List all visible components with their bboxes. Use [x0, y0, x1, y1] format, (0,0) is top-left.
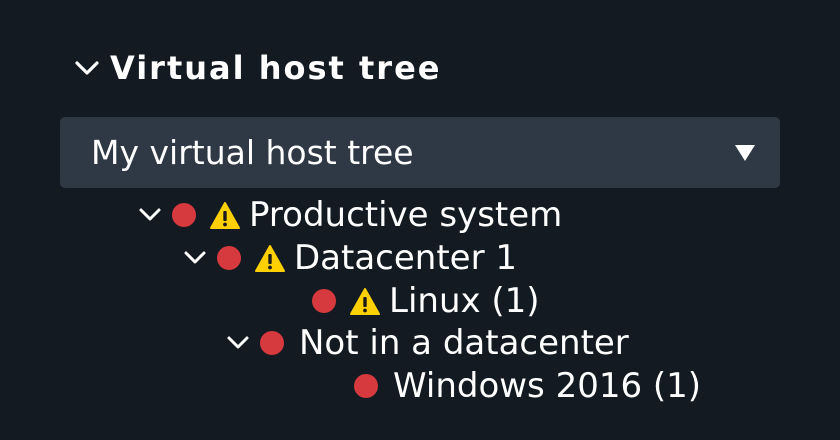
- status-dot-critical: [260, 331, 284, 355]
- warning-triangle-icon: [254, 243, 286, 273]
- snapin-title: Virtual host tree: [110, 49, 442, 87]
- snapin-header[interactable]: Virtual host tree: [72, 46, 441, 90]
- chevron-down-icon[interactable]: [72, 53, 102, 83]
- tree-node-label[interactable]: Linux (1): [389, 281, 540, 321]
- tree-node-label[interactable]: Productive system: [249, 195, 562, 235]
- warning-triangle-icon: [349, 286, 381, 316]
- chevron-down-icon[interactable]: [136, 201, 164, 229]
- warning-triangle-icon: [209, 200, 241, 230]
- tree-select-dropdown[interactable]: My virtual host tree: [60, 117, 780, 188]
- status-dot-critical: [354, 374, 378, 398]
- chevron-down-icon[interactable]: [224, 329, 252, 357]
- tree-node-datacenter-1: Datacenter 1: [181, 237, 517, 279]
- chevron-down-icon[interactable]: [181, 244, 209, 272]
- status-dot-critical: [312, 289, 336, 313]
- tree-node-not-in-a-datacenter: Not in a datacenter: [224, 322, 629, 364]
- tree-node-productive-system: Productive system: [136, 194, 562, 236]
- tree-node-label[interactable]: Not in a datacenter: [299, 323, 629, 363]
- tree-node-windows-2016: Windows 2016 (1): [354, 365, 701, 407]
- status-dot-critical: [172, 203, 196, 227]
- dropdown-triangle-icon[interactable]: [734, 144, 756, 166]
- status-dot-critical: [217, 246, 241, 270]
- tree-node-linux: Linux (1): [312, 280, 540, 322]
- tree-node-label[interactable]: Windows 2016 (1): [393, 366, 701, 406]
- tree-node-label[interactable]: Datacenter 1: [294, 238, 517, 278]
- virtual-host-tree-snapin: Virtual host tree My virtual host tree P…: [0, 0, 840, 440]
- tree-select-value: My virtual host tree: [91, 133, 414, 172]
